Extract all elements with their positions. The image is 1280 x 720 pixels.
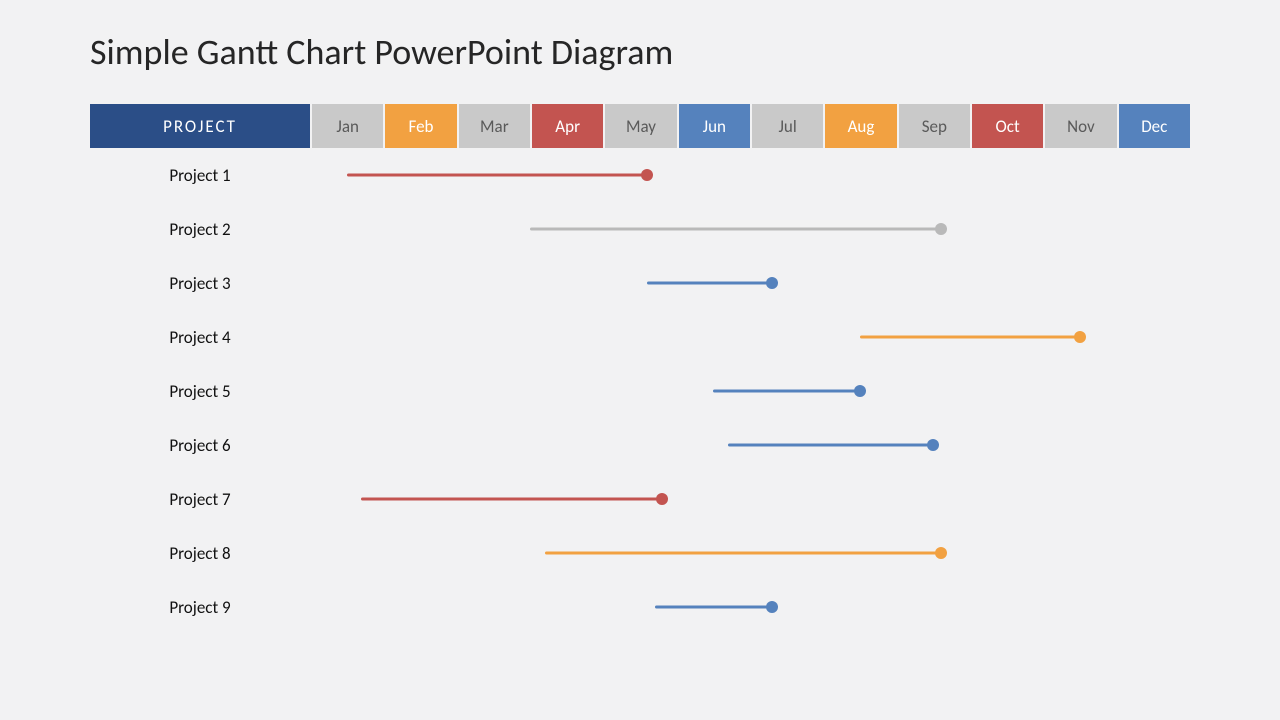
page-title: Simple Gantt Chart PowerPoint Diagram (90, 30, 1190, 74)
gantt-header-row: PROJECT Jan Feb Mar Apr May Jun Jul Aug Sep Oct No… (90, 104, 1190, 148)
gantt-row: Project 9 (90, 580, 1190, 634)
task-bar (545, 552, 941, 555)
month-cell-aug: Aug (825, 104, 896, 148)
gantt-body: Project 1 Project 2 Project 3 Project 4 Proj… (90, 148, 1190, 634)
months-container: Jan Feb Mar Apr May Jun Jul Aug Sep Oct Nov Dec (312, 104, 1190, 148)
gantt-row: Project 2 (90, 202, 1190, 256)
task-end-dot (656, 493, 668, 505)
month-label: Oct (996, 116, 1020, 137)
month-cell-jun: Jun (679, 104, 750, 148)
gantt-row: Project 4 (90, 310, 1190, 364)
task-end-dot (927, 439, 939, 451)
task-bar (713, 390, 860, 393)
task-bar (530, 228, 941, 231)
task-bar (347, 174, 648, 177)
gantt-row: Project 5 (90, 364, 1190, 418)
month-cell-nov: Nov (1045, 104, 1116, 148)
month-label: May (626, 116, 656, 137)
task-track (310, 526, 1190, 580)
month-cell-apr: Apr (532, 104, 603, 148)
task-end-dot (766, 601, 778, 613)
month-cell-feb: Feb (385, 104, 456, 148)
month-cell-sep: Sep (899, 104, 970, 148)
task-label: Project 3 (90, 273, 310, 294)
task-track (310, 364, 1190, 418)
month-label: Jul (779, 116, 797, 137)
gantt-row: Project 1 (90, 148, 1190, 202)
month-label: Apr (555, 116, 580, 137)
task-track (310, 580, 1190, 634)
task-bar (728, 444, 933, 447)
task-end-dot (641, 169, 653, 181)
month-cell-jan: Jan (312, 104, 383, 148)
gantt-row: Project 7 (90, 472, 1190, 526)
gantt-row: Project 8 (90, 526, 1190, 580)
task-label: Project 7 (90, 489, 310, 510)
project-header-cell: PROJECT (90, 104, 310, 148)
task-label: Project 6 (90, 435, 310, 456)
task-label: Project 5 (90, 381, 310, 402)
month-label: Feb (409, 116, 434, 137)
month-label: Dec (1141, 116, 1167, 137)
month-label: Jan (336, 116, 359, 137)
task-end-dot (854, 385, 866, 397)
month-cell-mar: Mar (459, 104, 530, 148)
month-label: Nov (1067, 116, 1095, 137)
task-track (310, 310, 1190, 364)
task-track (310, 202, 1190, 256)
task-label: Project 4 (90, 327, 310, 348)
task-track (310, 472, 1190, 526)
task-end-dot (766, 277, 778, 289)
gantt-row: Project 6 (90, 418, 1190, 472)
task-end-dot (1074, 331, 1086, 343)
task-label: Project 9 (90, 597, 310, 618)
task-bar (361, 498, 662, 501)
task-end-dot (935, 223, 947, 235)
month-label: Jun (703, 116, 726, 137)
task-label: Project 8 (90, 543, 310, 564)
task-track (310, 256, 1190, 310)
month-label: Mar (480, 116, 509, 137)
task-track (310, 418, 1190, 472)
month-cell-may: May (605, 104, 676, 148)
task-bar (647, 282, 772, 285)
month-label: Aug (848, 116, 875, 137)
month-cell-oct: Oct (972, 104, 1043, 148)
month-cell-dec: Dec (1119, 104, 1190, 148)
task-bar (655, 606, 772, 609)
task-label: Project 1 (90, 165, 310, 186)
month-label: Sep (922, 116, 947, 137)
task-bar (860, 336, 1080, 339)
task-label: Project 2 (90, 219, 310, 240)
gantt-row: Project 3 (90, 256, 1190, 310)
task-track (310, 148, 1190, 202)
month-cell-jul: Jul (752, 104, 823, 148)
gantt-chart: PROJECT Jan Feb Mar Apr May Jun Jul Aug Sep Oct No… (90, 104, 1190, 634)
task-end-dot (935, 547, 947, 559)
